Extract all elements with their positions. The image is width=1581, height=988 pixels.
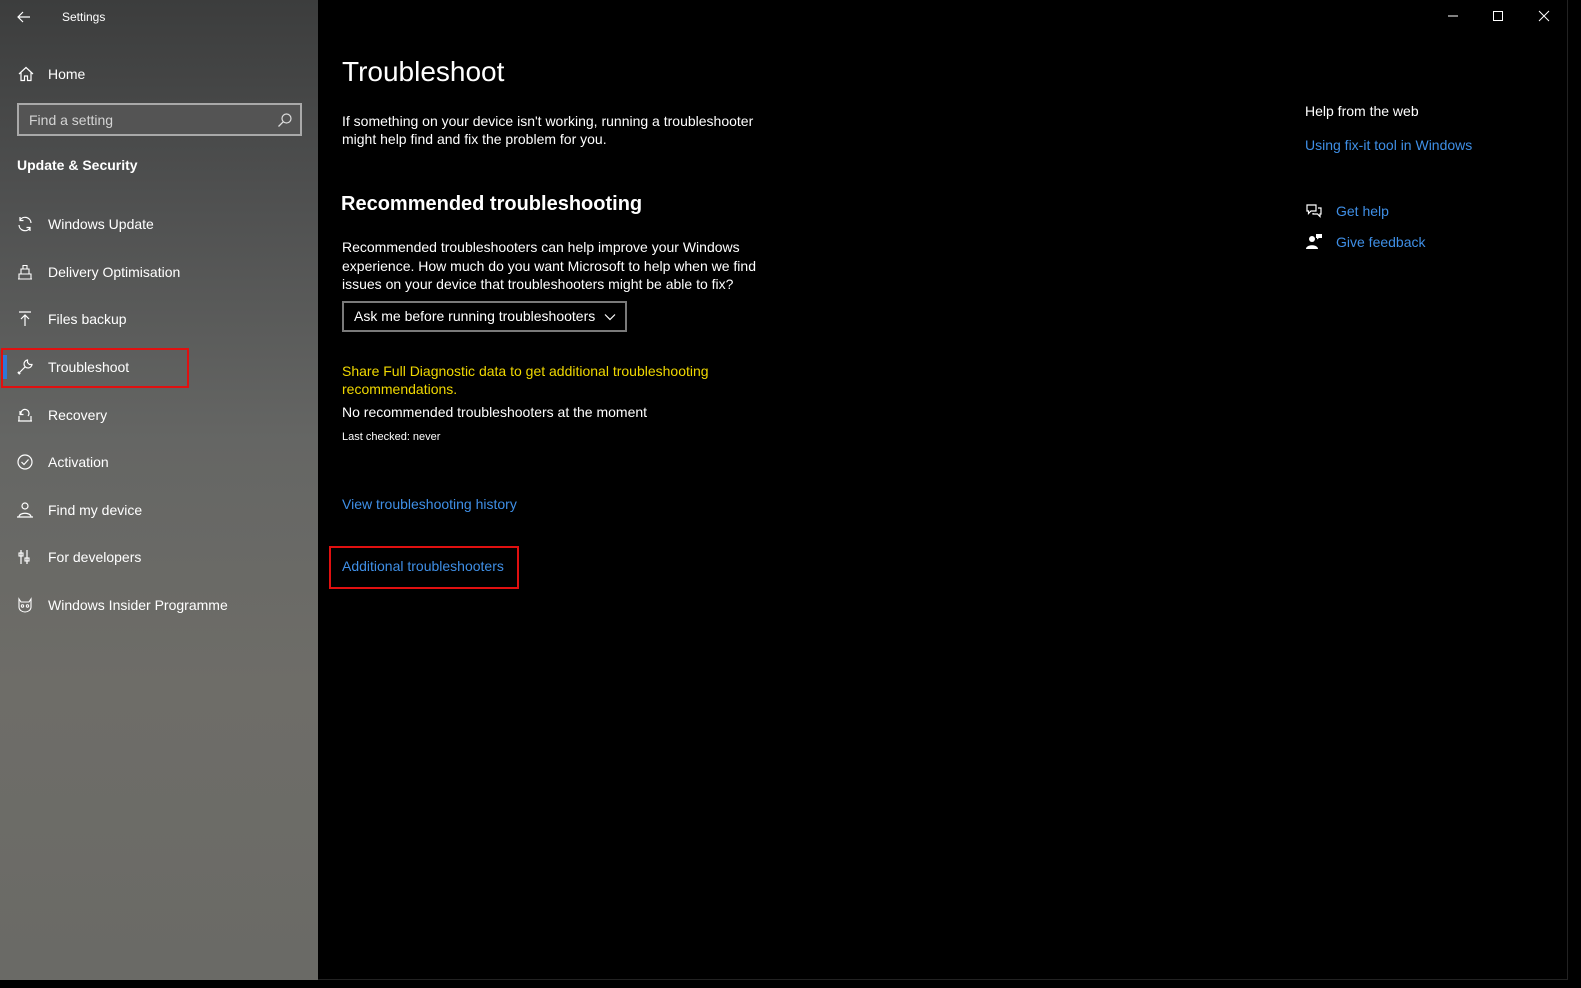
no-recommended-text: No recommended troubleshooters at the mo… xyxy=(342,404,648,420)
get-help-label: Get help xyxy=(1336,203,1389,219)
sidebar-item-windows-update[interactable]: Windows Update xyxy=(0,204,318,244)
sidebar-item-activation[interactable]: Activation xyxy=(0,442,318,482)
sync-icon xyxy=(18,216,32,232)
fix-it-tool-link[interactable]: Using fix-it tool in Windows xyxy=(1305,137,1472,153)
sidebar-item-label: Delivery Optimisation xyxy=(48,264,181,280)
sidebar-item-label: For developers xyxy=(48,549,142,565)
intro-text: If something on your device isn't workin… xyxy=(342,113,754,147)
sidebar-item-label: Files backup xyxy=(48,311,127,327)
back-arrow-icon xyxy=(17,11,30,23)
sidebar-item-label: Windows Update xyxy=(48,216,154,232)
sidebar-item-label: Activation xyxy=(48,454,109,470)
section-title: Update & Security xyxy=(17,157,138,173)
feedback-person-icon xyxy=(1306,234,1322,249)
last-checked-text: Last checked: never xyxy=(342,431,441,443)
chevron-down-icon xyxy=(604,314,616,321)
recommended-description: Recommended troubleshooters can help imp… xyxy=(342,239,756,292)
give-feedback-label: Give feedback xyxy=(1336,234,1426,250)
chat-help-icon xyxy=(1306,204,1322,218)
sidebar-item-windows-insider-programme[interactable]: Windows Insider Programme xyxy=(0,585,318,625)
recommended-heading: Recommended troubleshooting xyxy=(341,193,643,215)
give-feedback-link[interactable]: Give feedback xyxy=(1305,232,1445,254)
recovery-icon xyxy=(18,408,32,422)
close-icon xyxy=(1538,10,1550,22)
home-label: Home xyxy=(48,66,86,82)
search-input[interactable] xyxy=(19,105,269,134)
sidebar-item-files-backup[interactable]: Files backup xyxy=(0,299,318,339)
sidebar-item-recovery[interactable]: Recovery xyxy=(0,395,318,435)
back-button[interactable] xyxy=(12,6,36,28)
check-circle-icon xyxy=(17,454,33,470)
title-bar-left: Settings xyxy=(0,0,318,34)
maximize-icon xyxy=(1493,11,1503,21)
share-diagnostic-data-link[interactable]: Share Full Diagnostic data to get additi… xyxy=(342,362,742,398)
minimize-button[interactable] xyxy=(1430,0,1476,32)
sidebar-item-for-developers[interactable]: For developers xyxy=(0,537,318,577)
troubleshoot-highlight-box xyxy=(1,348,189,388)
developer-sliders-icon xyxy=(18,550,30,564)
get-help-link[interactable]: Get help xyxy=(1305,201,1425,223)
home-icon xyxy=(18,66,34,82)
page-title: Troubleshoot xyxy=(342,56,505,87)
search-box[interactable] xyxy=(17,103,302,136)
sidebar-item-label: Windows Insider Programme xyxy=(48,597,228,613)
upload-arrow-icon xyxy=(19,311,31,326)
sidebar-item-home[interactable]: Home xyxy=(0,60,318,88)
delivery-optimisation-icon xyxy=(18,264,32,280)
sidebar-item-label: Find my device xyxy=(48,502,143,518)
settings-window: Settings Home Update & Security Windows … xyxy=(0,0,1568,980)
app-title: Settings xyxy=(62,10,106,24)
person-location-icon xyxy=(17,502,33,518)
view-troubleshooting-history-link[interactable]: View troubleshooting history xyxy=(342,496,517,512)
insider-cat-icon xyxy=(18,597,32,613)
search-icon[interactable] xyxy=(277,112,293,128)
troubleshooter-preference-dropdown[interactable]: Ask me before running troubleshooters xyxy=(342,301,627,332)
additional-troubleshooters-highlight-box xyxy=(329,546,519,589)
sidebar: Settings Home Update & Security Windows … xyxy=(0,0,318,980)
sidebar-item-find-my-device[interactable]: Find my device xyxy=(0,490,318,530)
dropdown-selected-value: Ask me before running troubleshooters xyxy=(354,308,596,324)
sidebar-item-delivery-optimisation[interactable]: Delivery Optimisation xyxy=(0,252,318,292)
sidebar-item-label: Recovery xyxy=(48,407,108,423)
maximize-button[interactable] xyxy=(1475,0,1521,32)
close-button[interactable] xyxy=(1521,0,1567,32)
help-from-web-title: Help from the web xyxy=(1305,103,1419,119)
minimize-icon xyxy=(1448,15,1458,17)
